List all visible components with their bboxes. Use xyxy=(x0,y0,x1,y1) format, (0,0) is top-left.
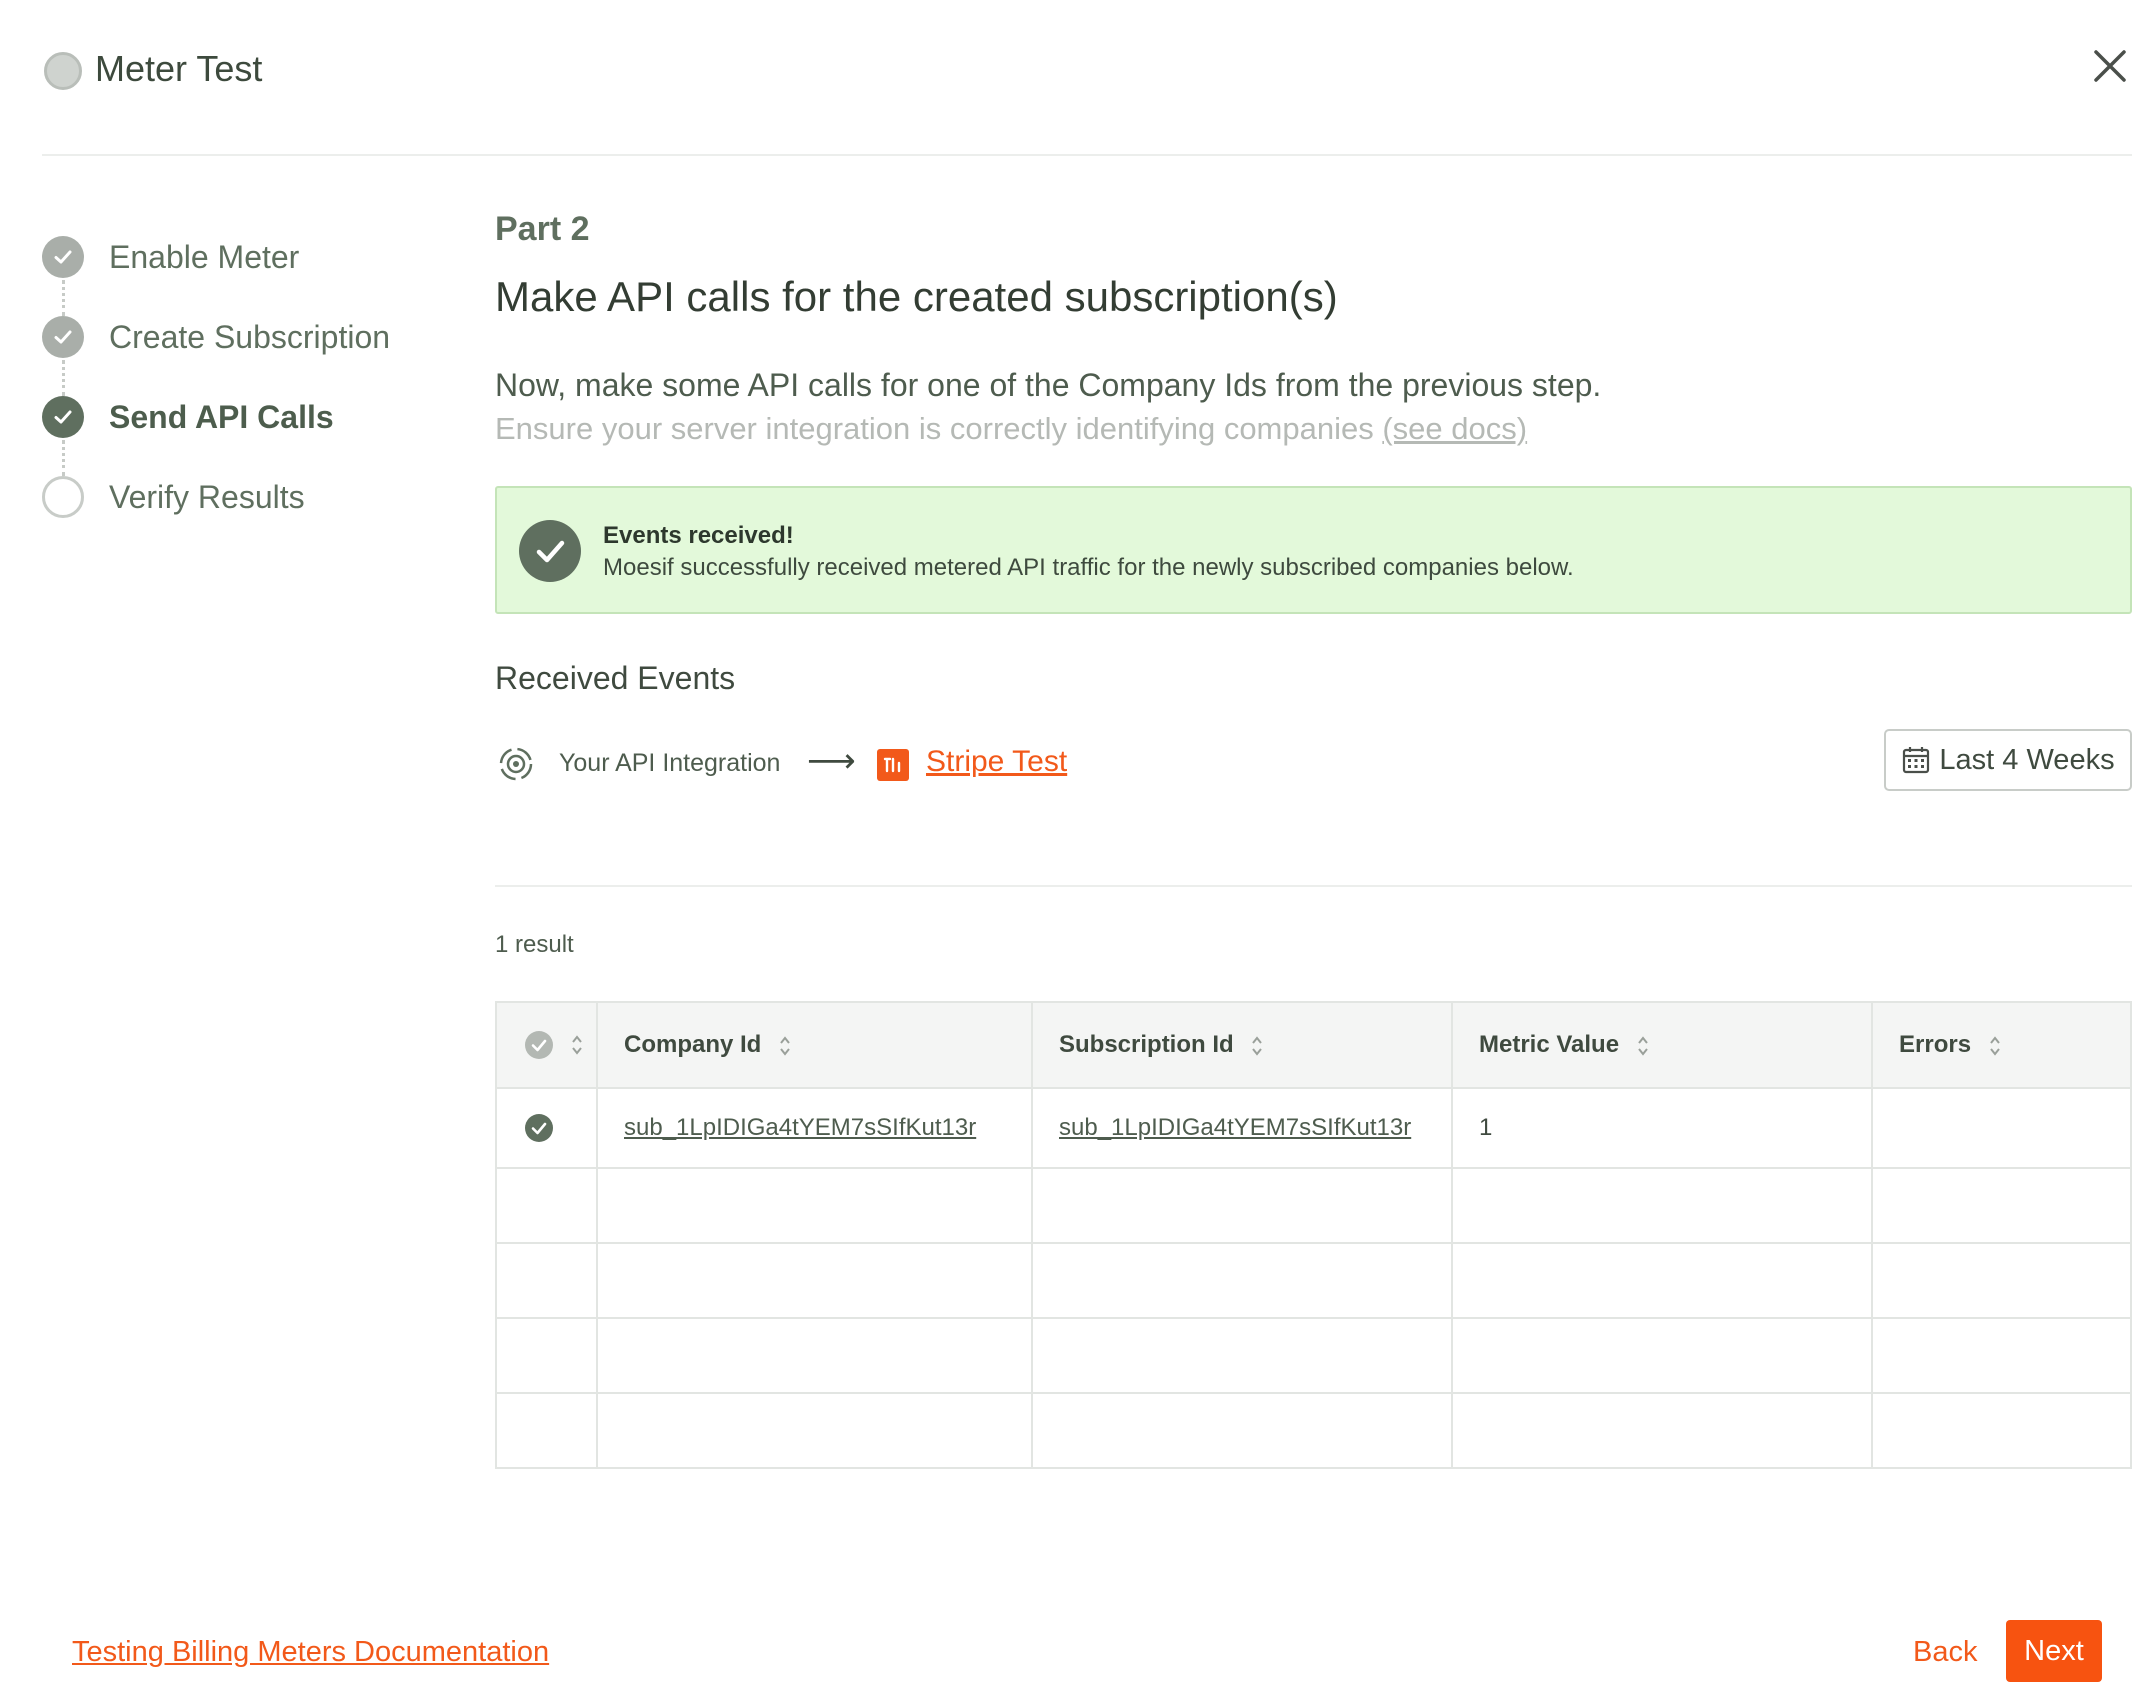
empty-cell xyxy=(1452,1168,1873,1244)
lead-text: Now, make some API calls for one of the … xyxy=(495,367,1602,403)
empty-cell xyxy=(1032,1318,1453,1394)
empty-cell xyxy=(1872,1243,2131,1319)
step-connector xyxy=(62,280,65,316)
empty-cell xyxy=(1032,1393,1453,1468)
stepper: Enable Meter Create Subscription Send AP… xyxy=(42,236,442,556)
empty-cell xyxy=(1032,1168,1453,1244)
subscription-id-cell: sub_1LpIDIGa4tYEM7sSIfKut13r xyxy=(1032,1088,1453,1169)
table-row-empty xyxy=(496,1393,2131,1468)
page-heading: Make API calls for the created subscript… xyxy=(495,273,1338,320)
sort-icon[interactable] xyxy=(778,1034,792,1058)
table-row[interactable]: sub_1LpIDIGa4tYEM7sSIfKut13r sub_1LpIDIG… xyxy=(496,1088,2131,1169)
status-dot-icon xyxy=(44,52,82,90)
close-icon[interactable] xyxy=(2088,44,2132,88)
empty-cell xyxy=(1452,1243,1873,1319)
empty-circle-icon xyxy=(42,476,84,518)
received-events-title: Received Events xyxy=(495,660,736,696)
step-label: Send API Calls xyxy=(109,399,334,435)
subscription-id-link[interactable]: sub_1LpIDIGa4tYEM7sSIfKut13r xyxy=(1059,1114,1411,1141)
step-connector xyxy=(62,360,65,396)
table-row-empty xyxy=(496,1243,2131,1319)
column-label: Subscription Id xyxy=(1059,1031,1234,1058)
modal-header: Meter Test xyxy=(42,0,2132,156)
table-header-row: Company Id Subscription Id Metric Value … xyxy=(496,1002,2131,1089)
empty-cell xyxy=(597,1318,1033,1394)
company-id-link[interactable]: sub_1LpIDIGa4tYEM7sSIfKut13r xyxy=(624,1114,976,1141)
empty-cell xyxy=(597,1168,1033,1244)
documentation-link[interactable]: Testing Billing Meters Documentation xyxy=(72,1636,549,1669)
select-all-header[interactable] xyxy=(496,1002,598,1089)
empty-cell xyxy=(1872,1318,2131,1394)
check-circle-icon[interactable] xyxy=(525,1031,553,1060)
column-header-errors[interactable]: Errors xyxy=(1872,1002,2131,1089)
part-label: Part 2 xyxy=(495,210,590,248)
company-id-cell: sub_1LpIDIGa4tYEM7sSIfKut13r xyxy=(597,1088,1033,1169)
helper-text: Ensure your server integration is correc… xyxy=(495,410,1595,448)
empty-cell xyxy=(496,1393,598,1468)
date-range-label: Last 4 Weeks xyxy=(1939,743,2115,776)
stripe-icon xyxy=(877,749,909,781)
next-button[interactable]: Next xyxy=(2006,1620,2102,1682)
table-row-empty xyxy=(496,1318,2131,1394)
empty-cell xyxy=(1872,1168,2131,1244)
check-icon xyxy=(42,316,84,358)
api-integration-icon xyxy=(499,747,533,781)
step-verify-results[interactable]: Verify Results xyxy=(42,476,442,556)
api-integration-label: Your API Integration xyxy=(559,749,781,777)
empty-cell xyxy=(597,1243,1033,1319)
column-label: Metric Value xyxy=(1479,1031,1620,1058)
success-alert: Events received! Moesif successfully rec… xyxy=(495,486,2132,614)
column-label: Company Id xyxy=(624,1031,762,1058)
empty-cell xyxy=(1452,1393,1873,1468)
errors-cell xyxy=(1872,1088,2131,1169)
step-create-subscription[interactable]: Create Subscription xyxy=(42,316,442,396)
check-icon xyxy=(42,396,84,438)
column-label: Errors xyxy=(1899,1031,1972,1058)
metric-value-cell: 1 xyxy=(1452,1088,1873,1169)
back-button[interactable]: Back xyxy=(1913,1636,1977,1669)
events-table: Company Id Subscription Id Metric Value … xyxy=(495,1001,2132,1469)
empty-cell xyxy=(1452,1318,1873,1394)
empty-cell xyxy=(496,1243,598,1319)
empty-cell xyxy=(1032,1243,1453,1319)
check-icon xyxy=(42,236,84,278)
alert-title: Events received! xyxy=(603,522,794,549)
docs-link[interactable]: (see docs) xyxy=(1382,411,1527,446)
result-count: 1 result xyxy=(495,931,574,958)
date-range-button[interactable]: Last 4 Weeks xyxy=(1884,729,2132,791)
sort-icon[interactable] xyxy=(570,1033,584,1057)
step-send-api-calls[interactable]: Send API Calls xyxy=(42,396,442,476)
empty-cell xyxy=(597,1393,1033,1468)
step-connector xyxy=(62,440,65,476)
sort-icon[interactable] xyxy=(1636,1034,1650,1058)
calendar-icon xyxy=(1903,747,1930,774)
sort-icon[interactable] xyxy=(1988,1034,2002,1058)
check-circle-icon xyxy=(519,520,581,582)
empty-cell xyxy=(496,1168,598,1244)
row-select-cell[interactable] xyxy=(496,1088,598,1169)
helper-text-body: Ensure your server integration is correc… xyxy=(495,411,1383,446)
arrow-right-icon: ⟶ xyxy=(807,742,856,780)
alert-text: Moesif successfully received metered API… xyxy=(603,554,1574,581)
column-header-subscription-id[interactable]: Subscription Id xyxy=(1032,1002,1453,1089)
main-content: Part 2 Make API calls for the created su… xyxy=(495,210,2132,1469)
sort-icon[interactable] xyxy=(1250,1034,1264,1058)
empty-cell xyxy=(496,1318,598,1394)
empty-cell xyxy=(1872,1393,2131,1468)
step-label: Create Subscription xyxy=(109,319,391,355)
column-header-metric-value[interactable]: Metric Value xyxy=(1452,1002,1873,1089)
modal-title: Meter Test xyxy=(95,48,263,89)
step-enable-meter[interactable]: Enable Meter xyxy=(42,236,442,316)
stripe-test-link[interactable]: Stripe Test xyxy=(926,745,1067,779)
table-row-empty xyxy=(496,1168,2131,1244)
check-circle-icon[interactable] xyxy=(525,1114,553,1143)
column-header-company-id[interactable]: Company Id xyxy=(597,1002,1033,1089)
step-label: Verify Results xyxy=(109,479,305,515)
step-label: Enable Meter xyxy=(109,239,300,275)
event-flow: Your API Integration ⟶ Stripe Test Last … xyxy=(495,729,2132,887)
